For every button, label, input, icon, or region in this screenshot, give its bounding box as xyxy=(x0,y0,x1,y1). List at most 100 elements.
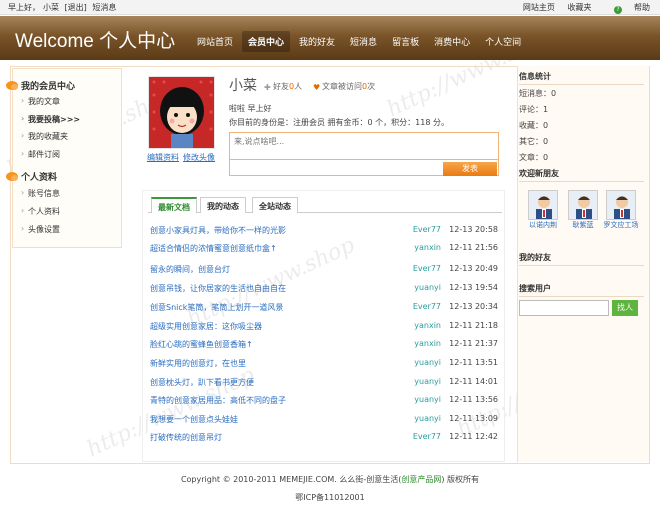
nav-personal-space[interactable]: 个人空间 xyxy=(479,31,527,52)
edit-avatar-link[interactable]: 修改头像 xyxy=(183,153,215,162)
sidebar-section-title: 个人资料 xyxy=(21,173,58,183)
edit-profile-link[interactable]: 编辑资料 xyxy=(147,153,179,162)
stat-favorites: 收藏：0 xyxy=(519,121,549,130)
messages-link[interactable]: 短消息 xyxy=(92,3,116,12)
feed-row: 创意吊钱，让你居家的生活也自由自在 yuanyi 12-13 19:54 xyxy=(148,283,498,296)
add-friend-icon: ✚ xyxy=(264,83,271,92)
sidebar-item-submit[interactable]: 我要投稿>>> xyxy=(21,114,80,125)
greeting-text: 早上好， xyxy=(8,3,40,12)
stat-messages: 短消息：0 xyxy=(519,89,557,98)
status-input[interactable] xyxy=(234,137,492,146)
tab-my-activity[interactable]: 我的动态 xyxy=(200,197,246,213)
visits-label: 文章被访问 xyxy=(322,82,362,91)
stat-comments: 评论：1 xyxy=(519,105,549,114)
stats-title: 信息统计 xyxy=(519,71,644,85)
feed-title[interactable]: 青特的创意家居用品：高低不同的盘子 xyxy=(150,395,286,406)
friend-card[interactable]: 以诺内荆 xyxy=(525,190,561,230)
feed-user[interactable]: Ever77 xyxy=(413,432,441,441)
feed-user[interactable]: yuanyi xyxy=(414,395,441,404)
feed-user[interactable]: yanxin xyxy=(414,339,441,348)
feed-time: 12-11 21:18 xyxy=(449,321,498,330)
nav-consumption[interactable]: 消费中心 xyxy=(428,31,476,52)
feed-user[interactable]: yanxin xyxy=(414,243,441,252)
tab-site-activity[interactable]: 全站动态 xyxy=(252,197,298,213)
feed-tabs: 最新文档 我的动态 全站动态 xyxy=(148,197,502,213)
friend-name: 耿紫蓝 xyxy=(572,221,594,229)
footer-link[interactable]: 创意产品网 xyxy=(401,475,441,484)
search-user-input[interactable] xyxy=(519,300,609,316)
feed-user[interactable]: Ever77 xyxy=(413,225,441,234)
friend-avatar xyxy=(606,190,636,220)
friends-unit: 人 xyxy=(294,82,303,91)
avatar[interactable] xyxy=(148,76,215,149)
nav-home[interactable]: 网站首页 xyxy=(191,31,239,52)
sidebar-section-member: 我的会员中心 xyxy=(6,79,75,92)
feed-user[interactable]: yanxin xyxy=(414,321,441,330)
sidebar-item-mail-subscribe[interactable]: 邮件订阅 xyxy=(21,149,60,160)
logo: Welcome 个人中心 xyxy=(15,31,176,52)
feed-user[interactable]: yuanyi xyxy=(414,377,441,386)
visits-unit: 次 xyxy=(367,82,376,91)
friend-avatar xyxy=(568,190,598,220)
feed-user[interactable]: yuanyi xyxy=(414,414,441,423)
sidebar-item-avatar[interactable]: 头像设置 xyxy=(21,224,60,235)
feed-row: 创意小家具灯具，带给你不一样的光影 Ever77 12-13 20:58 xyxy=(148,225,498,238)
feed-title[interactable]: 超级实用创意家居：这你吸尘器 xyxy=(150,321,262,332)
nav-messages[interactable]: 短消息 xyxy=(344,31,383,52)
sidebar-item-my-articles[interactable]: 我的文章 xyxy=(21,96,60,107)
status-box xyxy=(229,132,499,160)
visits-stat: ♥ 文章被访问0次 xyxy=(313,81,375,92)
search-users-title: 搜索用户 xyxy=(519,283,644,297)
help-label: 帮助 xyxy=(634,3,650,12)
nav-guestbook[interactable]: 留言板 xyxy=(386,31,425,52)
feed-title[interactable]: 创意小家具灯具，带给你不一样的光影 xyxy=(150,225,286,236)
friend-name: 以诺内荆 xyxy=(529,221,557,229)
feed-title[interactable]: 新鲜实用的创意灯，在也里 xyxy=(150,358,246,369)
topbar-username[interactable]: 小菜 xyxy=(43,3,59,12)
feed-user[interactable]: Ever77 xyxy=(413,302,441,311)
sidebar-item-profile[interactable]: 个人资料 xyxy=(21,206,60,217)
feed-title[interactable]: 创意枕头灯，趴下看书更方便 xyxy=(150,377,254,388)
feed-row: 留永的瞬间，创意台灯 Ever77 12-13 20:49 xyxy=(148,264,498,277)
feed-title[interactable]: 留永的瞬间，创意台灯 xyxy=(150,264,230,275)
friend-card[interactable]: 罗文应工场 xyxy=(603,190,639,230)
sidebar-item-account[interactable]: 账号信息 xyxy=(21,188,60,199)
search-user-button[interactable]: 找人 xyxy=(612,300,638,316)
feed-title[interactable]: 创意Snick笔筒，笔筒上划开一道风景 xyxy=(150,302,283,313)
home-link[interactable]: 网站主页 xyxy=(523,3,555,12)
profile-identity: 你目前的身份是：注册会员 拥有金币：0 个，积分：118 分。 xyxy=(229,118,449,127)
tab-latest-docs[interactable]: 最新文档 xyxy=(151,197,197,213)
feed-title[interactable]: 创意吊钱，让你居家的生活也自由自在 xyxy=(150,283,286,294)
feed-time: 12-11 13:51 xyxy=(449,358,498,367)
favorite-link[interactable]: 收藏夹 xyxy=(567,3,591,12)
logout-link[interactable]: [退出] xyxy=(65,3,87,12)
header: Welcome 个人中心 网站首页 会员中心 我的好友 短消息 留言板 消费中心 个人空间 xyxy=(0,16,660,60)
new-friends-title: 欢迎新朋友 xyxy=(519,168,644,182)
feed-time: 12-11 14:01 xyxy=(449,377,498,386)
feed-title[interactable]: 打破传统的创意吊灯 xyxy=(150,432,222,443)
feed-title[interactable]: 脸红心跳的蜜蜂鱼创意香箱↑ xyxy=(150,339,253,350)
feed-time: 12-13 20:58 xyxy=(449,225,498,234)
feed-time: 12-11 21:37 xyxy=(449,339,498,348)
stat-other: 其它：0 xyxy=(519,137,549,146)
friend-card[interactable]: 耿紫蓝 xyxy=(565,190,601,230)
sidebar-item-favorites[interactable]: 我的收藏夹 xyxy=(21,131,68,142)
sidebar-section-title: 我的会员中心 xyxy=(21,82,76,92)
sidebar-section-profile: 个人资料 xyxy=(6,170,57,183)
feed-time: 12-11 13:09 xyxy=(449,414,498,423)
feed-title[interactable]: 超适合情侣的浓情蜜意创意纸巾盒↑ xyxy=(150,243,277,254)
my-friends-title: 我的好友 xyxy=(519,252,644,266)
help-link[interactable]: ? 帮助 xyxy=(604,3,650,14)
feed-title[interactable]: 我想要一个创意点头娃娃 xyxy=(150,414,238,425)
avatar-image xyxy=(149,77,214,148)
feed-user[interactable]: yuanyi xyxy=(414,358,441,367)
help-icon: ? xyxy=(614,6,622,14)
feed-user[interactable]: yuanyi xyxy=(414,283,441,292)
nav-member-center[interactable]: 会员中心 xyxy=(242,31,291,52)
profile-username: 小菜 xyxy=(229,78,257,94)
feed-user[interactable]: Ever77 xyxy=(413,264,441,273)
feed-row: 打破传统的创意吊灯 Ever77 12-11 12:42 xyxy=(148,432,498,445)
nav-my-friends[interactable]: 我的好友 xyxy=(293,31,341,52)
post-button[interactable]: 发表 xyxy=(443,162,497,176)
friends-stat: ✚ 好友0人 xyxy=(264,81,302,92)
